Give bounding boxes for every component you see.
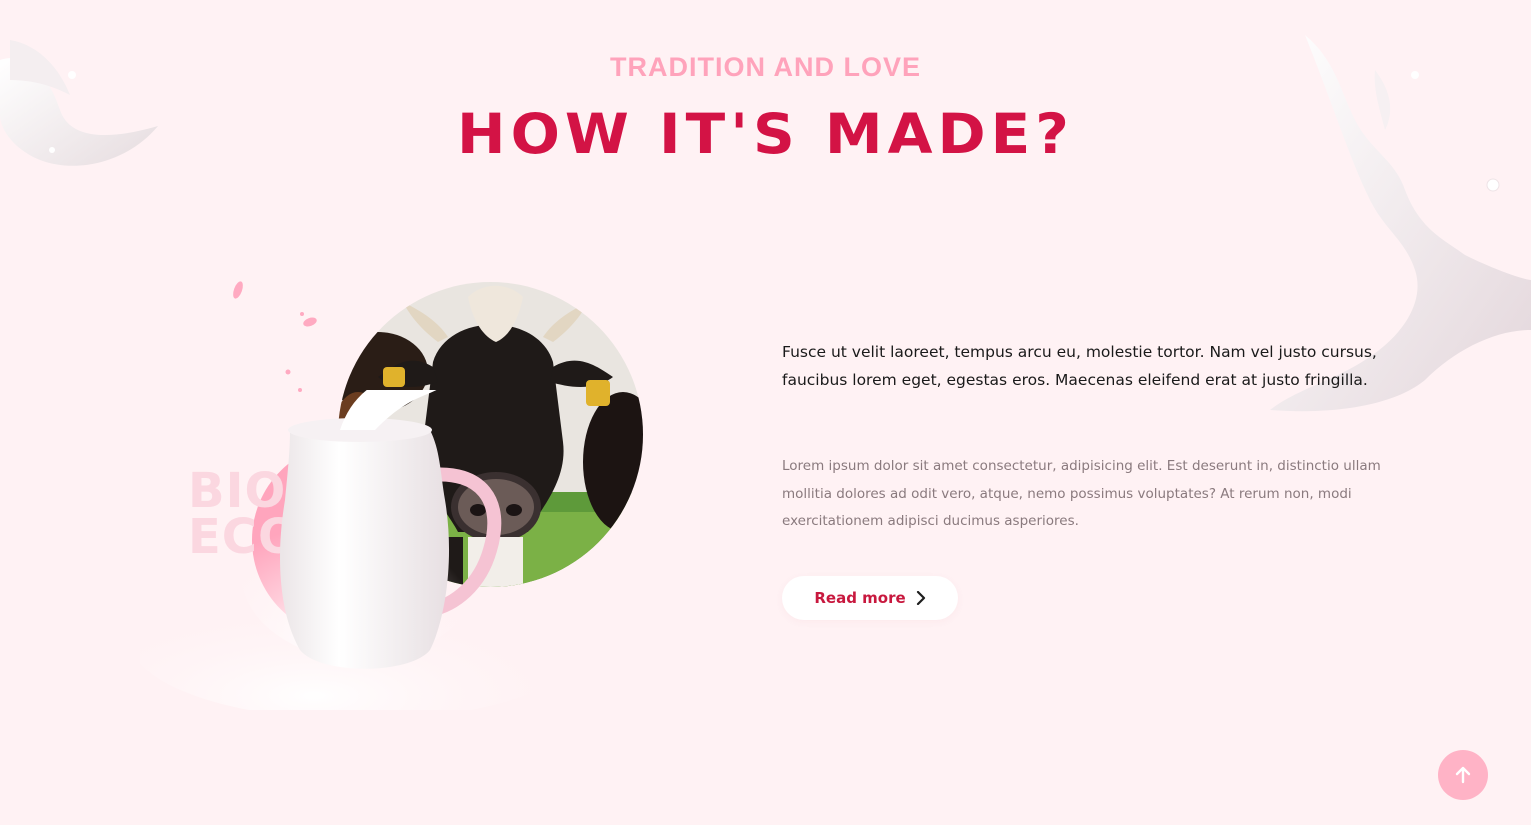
arrow-up-icon xyxy=(1455,766,1471,784)
pink-drops-decoration xyxy=(233,281,317,392)
chevron-right-icon xyxy=(916,591,925,605)
scroll-to-top-button[interactable] xyxy=(1438,750,1488,800)
body-paragraph: Lorem ipsum dolor sit amet consectetur, … xyxy=(782,458,1381,529)
read-more-button[interactable]: Read more xyxy=(782,576,958,620)
milk-jug-image xyxy=(140,390,590,710)
section-eyebrow: TRADITION AND LOVE xyxy=(610,52,921,82)
section-title: HOW IT'S MADE? xyxy=(457,101,1074,167)
read-more-label: Read more xyxy=(814,589,906,607)
product-visual: BIO ECO xyxy=(140,270,660,710)
lead-paragraph: Fusce ut velit laoreet, tempus arcu eu, … xyxy=(782,343,1377,389)
